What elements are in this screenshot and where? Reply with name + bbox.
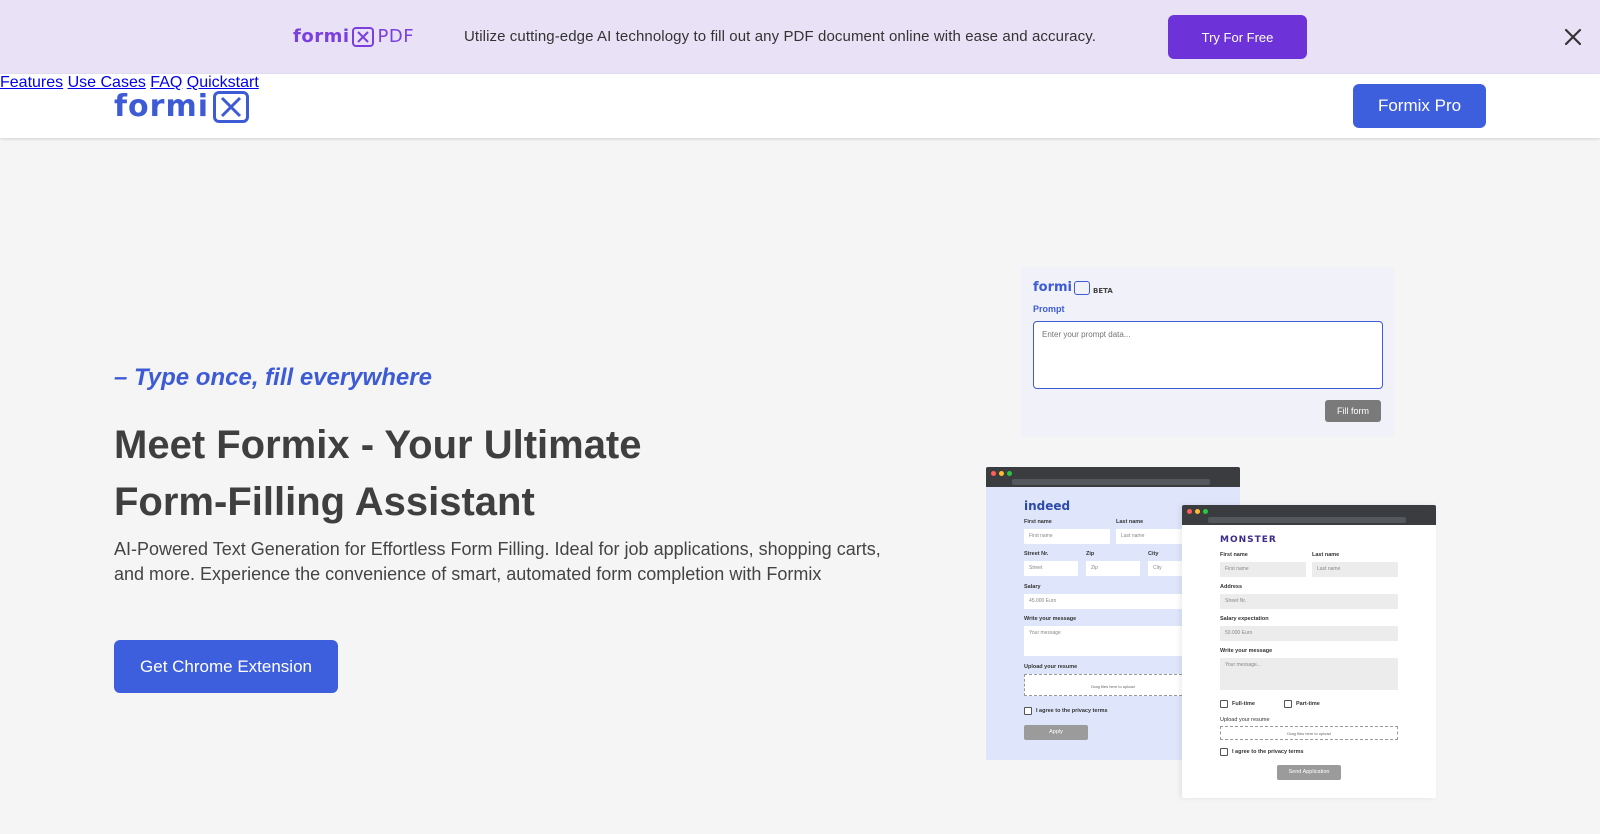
resume-upload[interactable]: Drag files here to upload (1024, 674, 1202, 696)
label: Last name (1116, 519, 1144, 525)
part-time-checkbox[interactable] (1284, 700, 1292, 708)
last-name-field[interactable]: Last name (1312, 562, 1398, 577)
formix-pro-button[interactable]: Formix Pro (1353, 84, 1486, 128)
label: Street Nr. (1024, 551, 1049, 557)
headline-line-1: Meet Formix - Your Ultimate (114, 423, 642, 467)
apply-button[interactable]: Apply (1024, 725, 1088, 740)
monster-logo: MONSTER (1220, 535, 1277, 545)
try-for-free-button[interactable]: Try For Free (1168, 15, 1307, 59)
close-icon[interactable] (1562, 26, 1584, 48)
promo-banner: formi PDF Utilize cutting-edge AI techno… (0, 0, 1600, 74)
terms-checkbox[interactable] (1220, 748, 1228, 756)
hero-tagline: – Type once, fill everywhere (114, 364, 432, 391)
label: I agree to the privacy terms (1036, 708, 1108, 714)
label: Write your message (1220, 648, 1273, 654)
monster-form-preview: MONSTER First name Last name First name … (1182, 505, 1436, 798)
full-time-checkbox[interactable] (1220, 700, 1228, 708)
fill-form-button[interactable]: Fill form (1325, 400, 1381, 422)
x-logo-icon (351, 26, 374, 47)
site-header: formi Features Use Cases FAQ Quickstart … (0, 74, 1600, 138)
resume-upload[interactable]: Drag files here to upload (1220, 726, 1398, 740)
formix-logo[interactable]: formi (114, 89, 249, 124)
logo-text: formi (114, 89, 209, 124)
street-field[interactable]: Street (1024, 561, 1078, 576)
browser-toolbar (986, 467, 1240, 487)
first-name-field[interactable]: First name (1220, 562, 1306, 577)
label: First name (1024, 519, 1052, 525)
promo-logo-text: formi (293, 26, 350, 47)
prompt-label: Prompt (1033, 304, 1065, 314)
prompt-input[interactable] (1033, 321, 1383, 389)
label: Part-time (1296, 701, 1320, 707)
promo-message: Utilize cutting-edge AI technology to fi… (464, 28, 1096, 45)
label: City (1148, 551, 1159, 557)
message-field[interactable]: Your message (1024, 626, 1202, 656)
label: Full-time (1232, 701, 1255, 707)
label: Write your message (1024, 616, 1077, 622)
extension-logo: formi BETA (1033, 280, 1113, 295)
zip-field[interactable]: Zip (1086, 561, 1140, 576)
extension-logo-text: formi (1033, 280, 1072, 295)
label: Upload your resume (1024, 664, 1078, 670)
nav-features[interactable]: Features (0, 74, 63, 91)
hero-headline: Meet Formix - Your Ultimate Form-Filling… (114, 417, 814, 531)
headline-line-2: Form-Filling Assistant (114, 480, 535, 524)
address-field[interactable]: Street Nr. (1220, 594, 1398, 609)
label: First name (1220, 552, 1248, 558)
x-logo-icon (213, 90, 249, 123)
browser-toolbar (1182, 505, 1436, 525)
label: Upload your resume (1220, 717, 1270, 723)
label: Last name (1312, 552, 1340, 558)
salary-field[interactable]: 45.000 Euro (1024, 594, 1202, 609)
get-chrome-extension-button[interactable]: Get Chrome Extension (114, 640, 338, 693)
indeed-logo: indeed (1024, 499, 1071, 513)
label: Zip (1086, 551, 1095, 557)
send-application-button[interactable]: Send Application (1277, 765, 1341, 780)
label: Salary (1024, 584, 1041, 590)
extension-popup-preview: formi BETA Prompt Fill form (1021, 267, 1394, 437)
label: Salary expectation (1220, 616, 1269, 622)
terms-checkbox[interactable] (1024, 707, 1032, 715)
label: Address (1220, 584, 1243, 590)
label: I agree to the privacy terms (1232, 749, 1304, 755)
formix-pdf-logo[interactable]: formi PDF (293, 26, 414, 47)
x-logo-icon (1074, 280, 1090, 295)
message-field[interactable]: Your message... (1220, 658, 1398, 690)
beta-badge: BETA (1093, 286, 1113, 295)
hero-subtitle: AI-Powered Text Generation for Effortles… (114, 539, 881, 584)
salary-field[interactable]: 50.000 Euro (1220, 626, 1398, 641)
first-name-field[interactable]: First name (1024, 529, 1110, 544)
promo-logo-suffix: PDF (377, 26, 415, 47)
